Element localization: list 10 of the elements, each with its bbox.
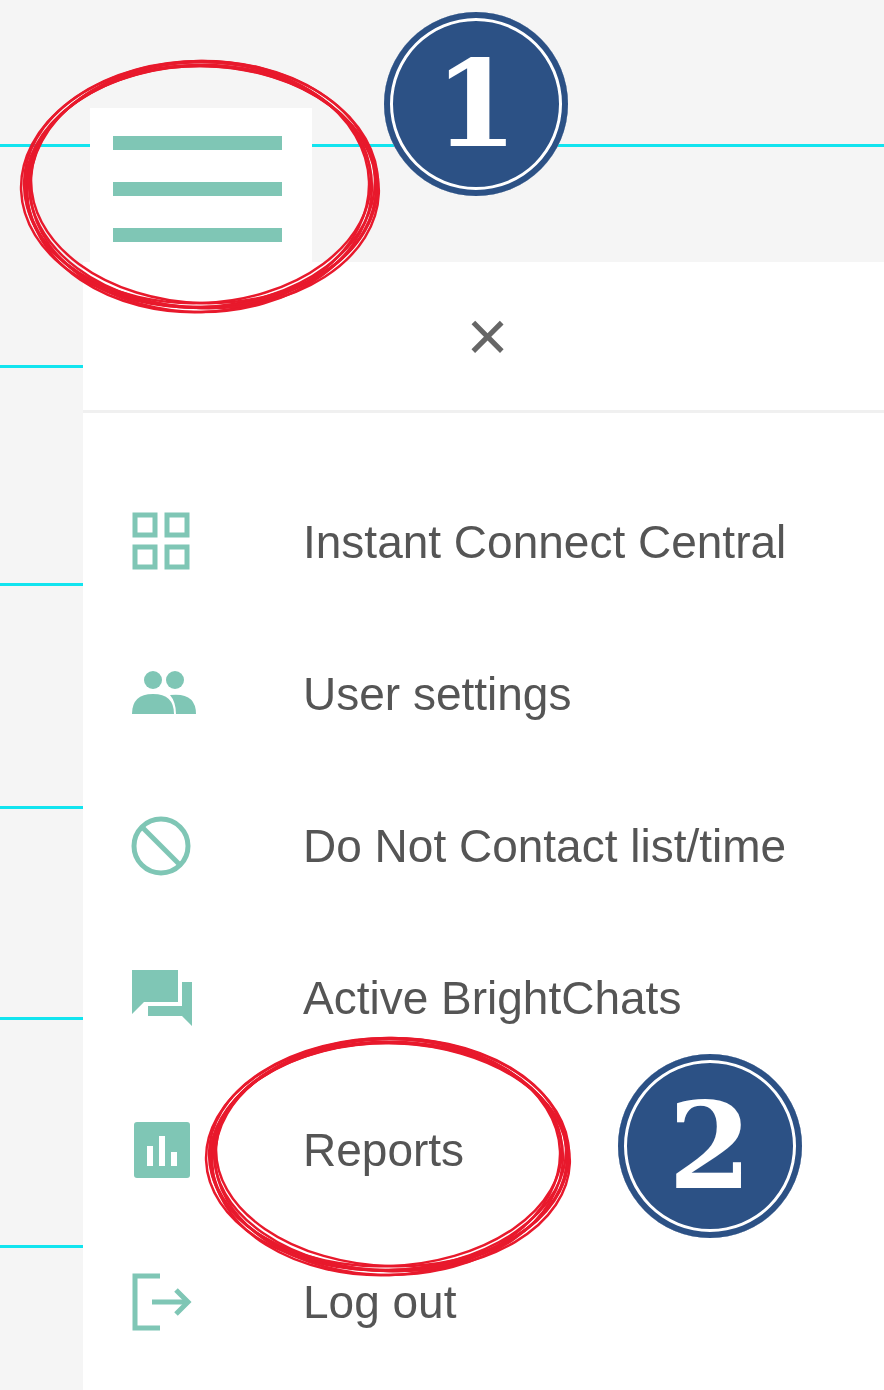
menu-item[interactable]: Do Not Contact list/time bbox=[303, 819, 787, 873]
menu-item[interactable]: Log out bbox=[303, 1275, 457, 1329]
menu-item[interactable]: Reports bbox=[303, 1123, 465, 1177]
menu-icon[interactable] bbox=[90, 108, 312, 262]
close-button[interactable]: × bbox=[460, 300, 515, 372]
number-badge: 1 bbox=[384, 12, 568, 196]
number-badge: 2 bbox=[618, 1054, 802, 1238]
menu-item[interactable]: User settings bbox=[303, 667, 572, 721]
menu-item[interactable]: Active BrightChats bbox=[303, 971, 682, 1025]
menu-item[interactable]: Instant Connect Central bbox=[303, 515, 787, 569]
